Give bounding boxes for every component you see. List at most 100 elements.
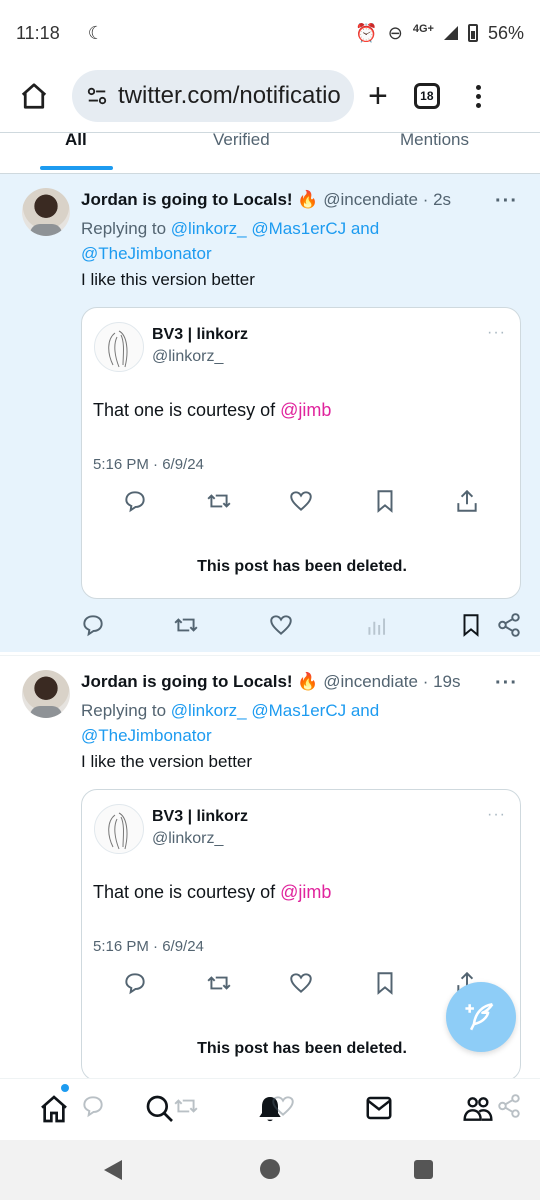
bookmark-icon[interactable] [458,612,484,638]
quoted-tweet[interactable]: BV3 | linkorz @linkorz_ ··· That one is … [81,307,521,599]
compose-button[interactable] [446,982,516,1052]
avatar[interactable] [22,670,70,718]
mention-link[interactable]: @Mas1erCJ [251,219,346,238]
tweet-text: I like the version better [81,752,253,771]
do-not-disturb-moon-icon: ☾ [87,22,104,43]
quoted-more-icon[interactable]: ··· [487,324,506,342]
quoted-author-handle[interactable]: @linkorz_ [152,830,223,848]
retweet-icon[interactable] [173,612,199,638]
author-handle[interactable]: @incendiate [323,190,418,209]
deleted-notice: This post has been deleted. [197,558,407,575]
quoted-date: 5:16 PM · 6/9/24 [93,938,204,955]
more-options-icon[interactable]: ··· [495,672,518,695]
quoted-avatar[interactable] [94,804,144,854]
network-type: 4G+ [412,23,434,35]
share-icon[interactable] [496,612,522,638]
compose-feather-icon [465,1002,494,1031]
nav-like-ghost-icon [270,1093,302,1125]
like-icon[interactable] [288,970,316,998]
tweet-actions [0,612,540,642]
author-handle[interactable]: @incendiate [323,672,418,691]
quoted-mention-link[interactable]: @jimb [280,882,331,902]
quoted-text: That one is courtesy of @jimb [93,400,331,421]
nav-communities-icon[interactable] [462,1093,494,1125]
browser-toolbar: twitter.com/notificatio + 18 [0,66,540,126]
more-options-icon[interactable]: ··· [495,190,518,213]
author-name[interactable]: Jordan is going to Locals! 🔥 [81,672,318,691]
tweet-time: · 19s [422,672,461,691]
mention-link[interactable]: @TheJimbonator [81,726,212,745]
avatar[interactable] [22,188,70,236]
recents-icon[interactable] [414,1160,433,1179]
author-name[interactable]: Jordan is going to Locals! 🔥 [81,190,318,209]
signal-icon [443,26,458,40]
back-icon[interactable] [104,1160,122,1180]
mention-link[interactable]: @TheJimbonator [81,244,212,263]
home-unread-dot [61,1084,69,1092]
tab-mentions[interactable]: Mentions [400,130,469,150]
active-tab-indicator [40,166,113,170]
analytics-icon[interactable] [364,612,390,638]
nav-home-icon[interactable] [38,1093,70,1125]
quoted-author-handle[interactable]: @linkorz_ [152,348,223,366]
mention-link[interactable]: @Mas1erCJ [251,701,346,720]
quoted-mention-link[interactable]: @jimb [280,400,331,420]
bookmark-icon[interactable] [372,970,400,998]
quoted-more-icon[interactable]: ··· [487,806,506,824]
url-text: twitter.com/notificatio [118,82,341,109]
replying-label: Replying to [81,701,167,720]
bookmark-icon[interactable] [372,488,400,516]
reply-icon[interactable] [80,612,106,638]
tweet-header: Jordan is going to Locals! 🔥 @incendiate… [81,672,480,692]
replying-and[interactable]: and [351,701,379,720]
quoted-text: That one is courtesy of @jimb [93,882,331,903]
nav-retweet-ghost-icon [173,1093,205,1125]
bottom-navigation [0,1078,540,1138]
nav-share-ghost-icon [496,1093,528,1125]
browser-menu-icon[interactable] [475,84,481,108]
home-circle-icon[interactable] [260,1159,280,1179]
deleted-notice: This post has been deleted. [197,1040,407,1057]
mention-link[interactable]: @linkorz_ [171,219,247,238]
reply-icon[interactable] [122,970,150,998]
tweet[interactable]: Jordan is going to Locals! 🔥 @incendiate… [0,174,540,652]
site-settings-icon[interactable] [86,85,108,107]
retweet-icon[interactable] [206,488,234,516]
quoted-date: 5:16 PM · 6/9/24 [93,456,204,473]
like-icon[interactable] [268,612,294,638]
reply-icon[interactable] [122,488,150,516]
battery-icon [467,24,478,42]
like-icon[interactable] [288,488,316,516]
nav-reply-ghost-icon [80,1093,112,1125]
tab-all[interactable]: All [65,130,87,150]
tab-verified[interactable]: Verified [213,130,270,150]
dnd-icon: ⊖ [387,22,403,43]
address-bar[interactable]: twitter.com/notificatio [72,70,354,122]
status-time: 11:18 [16,22,60,43]
quoted-actions [82,488,522,518]
share-icon[interactable] [454,488,482,516]
tweet-time: · 2s [422,190,452,209]
new-tab-button[interactable]: + [368,79,388,113]
notification-tabs: All Verified Mentions [0,126,540,174]
alarm-icon: ⏰ [355,22,378,43]
quoted-author-name[interactable]: BV3 | linkorz [152,326,248,344]
mention-link[interactable]: @linkorz_ [171,701,247,720]
replying-and[interactable]: and [351,219,379,238]
battery-percent: 56% [487,22,524,43]
tab-switcher-button[interactable]: 18 [413,83,440,109]
nav-messages-icon[interactable] [364,1093,396,1125]
retweet-icon[interactable] [206,970,234,998]
status-bar: 11:18 ☾ ⏰ ⊖ 4G+ 56% [0,0,540,66]
replying-to: Replying to @linkorz_ @Mas1erCJ and @The… [81,698,411,748]
system-navigation-bar [0,1140,540,1200]
quoted-avatar[interactable] [94,322,144,372]
tweet-header: Jordan is going to Locals! 🔥 @incendiate… [81,190,480,210]
quoted-text-body: That one is courtesy of [93,400,276,420]
home-button[interactable] [14,76,54,116]
quoted-author-name[interactable]: BV3 | linkorz [152,808,248,826]
nav-search-icon[interactable] [144,1093,176,1125]
replying-label: Replying to [81,219,167,238]
quoted-text-body: That one is courtesy of [93,882,276,902]
home-icon [21,83,47,109]
